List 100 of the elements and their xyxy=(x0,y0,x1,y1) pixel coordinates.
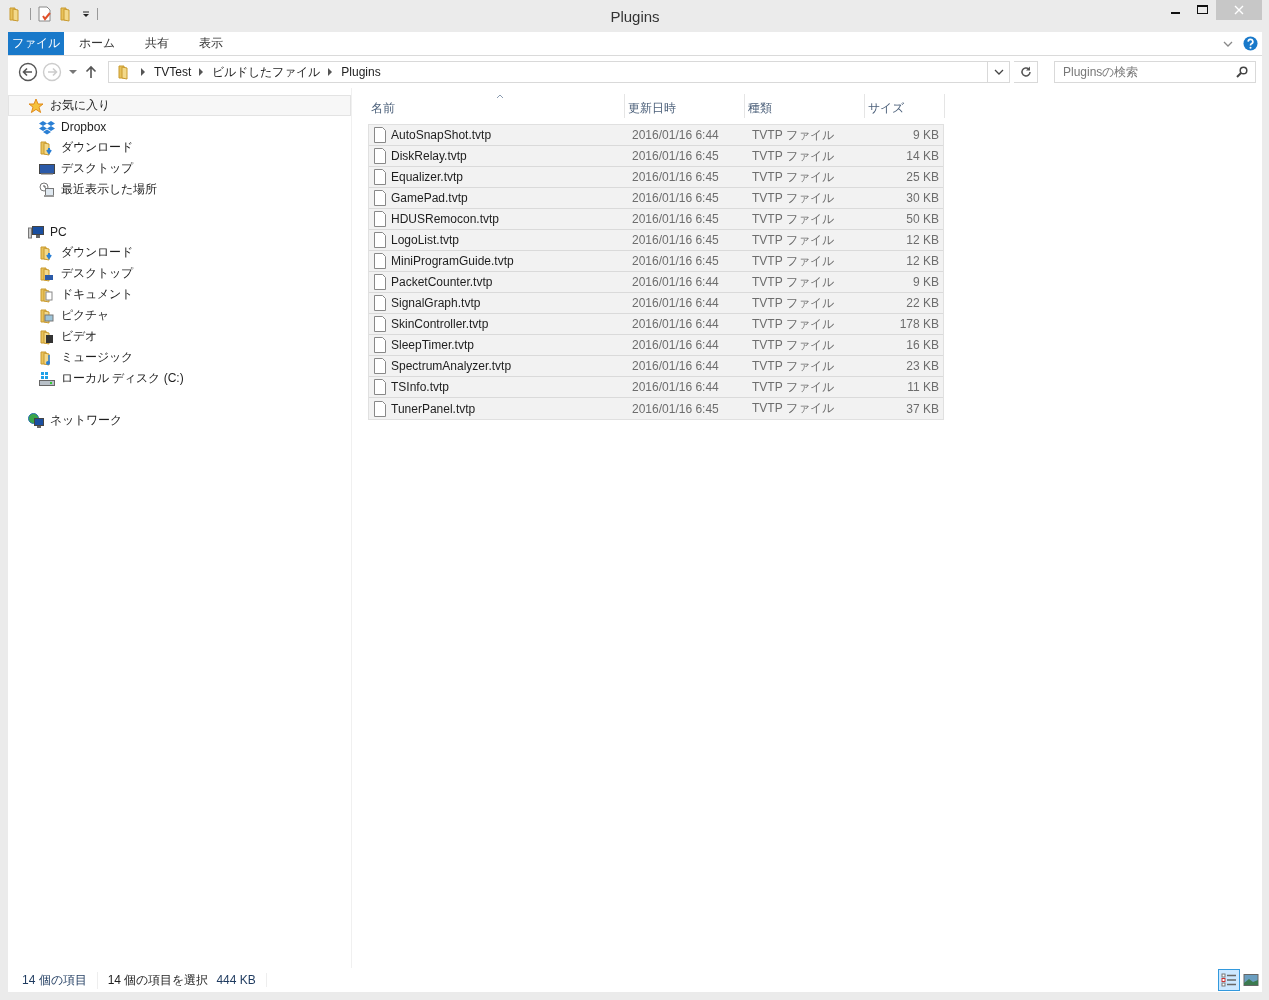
nav-item[interactable]: ダウンロード xyxy=(8,137,351,158)
ribbon-tab[interactable]: ホーム xyxy=(64,32,130,55)
modified-date: 2016/01/16 6:44 xyxy=(631,128,720,142)
nav-item[interactable]: デスクトップ xyxy=(8,263,351,284)
refresh-button[interactable] xyxy=(1014,61,1038,83)
network-icon xyxy=(28,412,44,429)
file-type: TVTP ファイル xyxy=(751,336,835,354)
file-name: Equalizer.tvtp xyxy=(391,170,464,184)
modified-date: 2016/01/16 6:44 xyxy=(631,359,720,373)
close-icon xyxy=(1234,5,1244,15)
file-size: 23 KB xyxy=(905,359,940,373)
file-icon xyxy=(373,232,387,248)
file-size: 12 KB xyxy=(905,233,940,247)
properties-icon[interactable] xyxy=(37,6,53,22)
file-type: TVTP ファイル xyxy=(751,378,835,396)
nav-item[interactable]: ピクチャ xyxy=(8,305,351,326)
file-type: TVTP ファイル xyxy=(751,273,835,291)
file-row[interactable]: MiniProgramGuide.tvtp 2016/01/16 6:45 TVTP ファイル 12 KB xyxy=(369,251,943,272)
file-type: TVTP ファイル xyxy=(751,315,835,333)
breadcrumb[interactable]: ビルドしたファイル xyxy=(212,63,321,81)
address-bar[interactable]: TVTest ビルドしたファイル Plugins xyxy=(108,61,1010,83)
selection-count: 14 個の項目を選択 xyxy=(107,971,209,989)
file-row[interactable]: HDUSRemocon.tvtp 2016/01/16 6:45 TVTP ファイル 50 KB xyxy=(369,209,943,230)
file-size: 178 KB xyxy=(898,317,940,331)
file-name: HDUSRemocon.tvtp xyxy=(391,212,500,226)
file-icon xyxy=(373,190,387,206)
file-name: SpectrumAnalyzer.tvtp xyxy=(391,359,512,373)
file-size: 50 KB xyxy=(905,212,940,226)
ribbon-tab[interactable]: 表示 xyxy=(184,32,238,55)
file-name: SkinController.tvtp xyxy=(391,317,489,331)
file-row[interactable]: TunerPanel.tvtp 2016/01/16 6:45 TVTP ファイル 37 KB xyxy=(369,398,943,419)
computer-icon xyxy=(28,223,44,240)
search-field[interactable]: Pluginsの検索 xyxy=(1054,61,1256,83)
nav-item[interactable]: PC xyxy=(8,221,351,242)
file-row[interactable]: AutoSnapShot.tvtp 2016/01/16 6:44 TVTP ファイル 9 KB xyxy=(369,125,943,146)
file-row[interactable]: LogoList.tvtp 2016/01/16 6:45 TVTP ファイル 12 KB xyxy=(369,230,943,251)
file-name: TSInfo.tvtp xyxy=(391,380,450,394)
pictures-folder-icon xyxy=(39,307,55,324)
file-name: PacketCounter.tvtp xyxy=(391,275,493,289)
modified-date: 2016/01/16 6:44 xyxy=(631,317,720,331)
nav-item[interactable]: ビデオ xyxy=(8,326,351,347)
file-name: DiskRelay.tvtp xyxy=(391,149,467,163)
expand-ribbon-icon[interactable] xyxy=(1223,39,1233,48)
modified-date: 2016/01/16 6:45 xyxy=(631,212,720,226)
nav-item[interactable]: ミュージック xyxy=(8,347,351,368)
recent-places-icon xyxy=(39,181,55,198)
file-row[interactable]: GamePad.tvtp 2016/01/16 6:45 TVTP ファイル 30 KB xyxy=(369,188,943,209)
file-row[interactable]: SpectrumAnalyzer.tvtp 2016/01/16 6:44 TVTP ファイル 23 KB xyxy=(369,356,943,377)
file-size: 14 KB xyxy=(905,149,940,163)
breadcrumb[interactable]: TVTest xyxy=(154,65,192,79)
column-header[interactable]: 名前 xyxy=(368,94,625,118)
item-count: 14 個の項目 xyxy=(22,971,98,989)
details-view-button[interactable] xyxy=(1218,969,1240,991)
up-arrow-icon[interactable] xyxy=(84,65,98,79)
search-icon xyxy=(1236,66,1248,78)
nav-item[interactable]: ネットワーク xyxy=(8,410,351,431)
file-type: TVTP ファイル xyxy=(751,231,835,249)
file-name: GamePad.tvtp xyxy=(391,191,468,205)
file-type: TVTP ファイル xyxy=(751,147,835,165)
file-type: TVTP ファイル xyxy=(751,357,835,375)
file-size: 25 KB xyxy=(905,170,940,184)
nav-item[interactable]: お気に入り xyxy=(8,95,351,116)
file-row[interactable]: SleepTimer.tvtp 2016/01/16 6:44 TVTP ファイル 16 KB xyxy=(369,335,943,356)
file-menu-tab[interactable]: ファイル xyxy=(8,32,64,55)
chevron-icon xyxy=(328,68,334,76)
file-name: AutoSnapShot.tvtp xyxy=(391,128,492,142)
modified-date: 2016/01/16 6:45 xyxy=(631,233,720,247)
help-icon[interactable] xyxy=(1243,36,1258,51)
file-row[interactable]: PacketCounter.tvtp 2016/01/16 6:44 TVTP ファイル 9 KB xyxy=(369,272,943,293)
file-row[interactable]: DiskRelay.tvtp 2016/01/16 6:45 TVTP ファイル 14 KB xyxy=(369,146,943,167)
nav-item[interactable]: 最近表示した場所 xyxy=(8,179,351,200)
nav-item[interactable]: ダウンロード xyxy=(8,242,351,263)
window-title: Plugins xyxy=(610,7,660,25)
modified-date: 2016/01/16 6:44 xyxy=(631,296,720,310)
modified-date: 2016/01/16 6:45 xyxy=(631,191,720,205)
dropdown-icon[interactable] xyxy=(81,9,91,19)
file-size: 16 KB xyxy=(905,338,940,352)
column-header[interactable]: 更新日時 xyxy=(625,94,745,118)
nav-item[interactable]: ローカル ディスク (C:) xyxy=(8,368,351,389)
nav-item[interactable]: デスクトップ xyxy=(8,158,351,179)
file-row[interactable]: SignalGraph.tvtp 2016/01/16 6:44 TVTP ファイル 22 KB xyxy=(369,293,943,314)
breadcrumb[interactable]: Plugins xyxy=(341,65,381,79)
file-row[interactable]: SkinController.tvtp 2016/01/16 6:44 TVTP ファイル 178 KB xyxy=(369,314,943,335)
file-name: SleepTimer.tvtp xyxy=(391,338,474,352)
file-name: SignalGraph.tvtp xyxy=(391,296,481,310)
file-row[interactable]: TSInfo.tvtp 2016/01/16 6:44 TVTP ファイル 11 KB xyxy=(369,377,943,398)
documents-folder-icon xyxy=(39,286,55,303)
ribbon-tab[interactable]: 共有 xyxy=(130,32,184,55)
nav-item[interactable]: Dropbox xyxy=(8,116,351,137)
file-row[interactable]: Equalizer.tvtp 2016/01/16 6:45 TVTP ファイル 25 KB xyxy=(369,167,943,188)
desktop-folder-icon xyxy=(39,265,55,282)
nav-item[interactable]: ドキュメント xyxy=(8,284,351,305)
column-header[interactable]: 種類 xyxy=(745,94,865,118)
modified-date: 2016/01/16 6:44 xyxy=(631,380,720,394)
column-header[interactable]: サイズ xyxy=(865,94,945,118)
refresh-icon xyxy=(1019,66,1032,78)
file-icon xyxy=(373,316,387,332)
maximize-icon[interactable] xyxy=(1196,5,1209,15)
back-button[interactable] xyxy=(18,62,38,82)
file-icon xyxy=(373,379,387,395)
